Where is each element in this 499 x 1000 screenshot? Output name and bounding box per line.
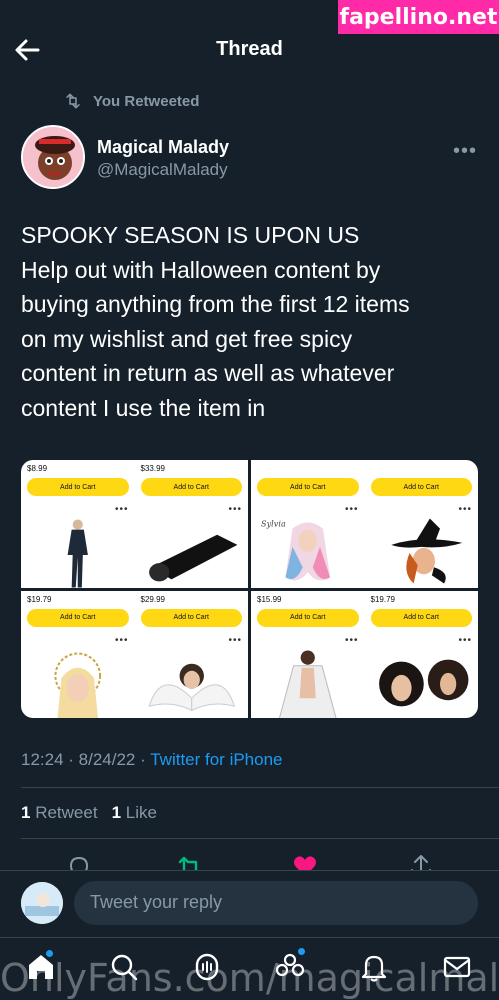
page-title: Thread bbox=[216, 38, 283, 60]
media-image[interactable]: $15.99 Add to Cart ••• $19.79 Add to Car… bbox=[251, 590, 479, 719]
tweet-time: 12:24 bbox=[21, 750, 64, 769]
divider bbox=[21, 838, 499, 839]
reply-composer: Tweet your reply bbox=[0, 870, 499, 936]
add-to-cart-button: Add to Cart bbox=[257, 478, 359, 496]
watermark-site: fapellino.net bbox=[338, 0, 499, 34]
pastel-wig-image: Sylvia bbox=[257, 512, 359, 588]
retweets-count: 1 bbox=[21, 803, 31, 822]
add-to-cart-button: Add to Cart bbox=[140, 608, 242, 627]
media-image[interactable]: $8.99 Add to Cart ••• $33.99 Add to Cart… bbox=[21, 460, 248, 588]
product-card: $19.79 Add to Cart ••• bbox=[365, 591, 479, 719]
likes-count: 1 bbox=[111, 803, 122, 822]
product-card: $33.99 Add to Cart ••• bbox=[135, 460, 249, 588]
retweet-indicator: You Retweeted bbox=[63, 92, 199, 110]
tweet-line: SPOOKY SEASON IS UPON US bbox=[21, 222, 360, 248]
tweet-line: on my wishlist and get free spicy bbox=[21, 325, 353, 352]
lace-robe-image bbox=[257, 643, 359, 718]
retweet-label: You Retweeted bbox=[93, 92, 200, 110]
media-image[interactable]: $19.79 Add to Cart ••• $29.99 Add to Car… bbox=[21, 590, 249, 719]
product-price bbox=[257, 464, 359, 474]
product-price: $19.79 bbox=[27, 594, 52, 604]
product-card: Add to Cart ••• bbox=[365, 460, 479, 588]
tweet-stats: 1 Retweet 1 Like bbox=[21, 803, 157, 823]
tweet-date: 8/24/22 bbox=[78, 750, 136, 769]
add-to-cart-button: Add to Cart bbox=[370, 478, 472, 496]
author-handle[interactable]: @MagicalMalady bbox=[97, 160, 228, 180]
add-to-cart-button: Add to Cart bbox=[140, 478, 242, 496]
tweet-timestamp: 12:24 · 8/24/22 · Twitter for iPhone bbox=[21, 750, 283, 769]
tweet-source[interactable]: Twitter for iPhone bbox=[150, 750, 282, 769]
watermark-url: OnlyFans.com/magicalmalad bbox=[0, 956, 499, 1000]
tweet-line: content I use the item in bbox=[21, 394, 266, 421]
product-card: $19.79 Add to Cart ••• bbox=[21, 591, 135, 718]
tweet-text: SPOOKY SEASON IS UPON US Help out with H… bbox=[21, 218, 491, 425]
author-name[interactable]: Magical Malady bbox=[97, 137, 229, 158]
author-avatar[interactable] bbox=[21, 125, 85, 189]
likes-stat[interactable]: 1 Like bbox=[112, 803, 157, 823]
retweet-small-icon bbox=[66, 93, 80, 109]
product-price: $19.79 bbox=[370, 594, 395, 604]
foam-roll-image bbox=[141, 512, 243, 588]
user-avatar[interactable] bbox=[21, 882, 63, 924]
retweets-stat[interactable]: 1 Retweet bbox=[21, 803, 98, 823]
add-to-cart-button: Add to Cart bbox=[370, 608, 472, 627]
product-card: $15.99 Add to Cart ••• bbox=[251, 591, 365, 718]
add-to-cart-button: Add to Cart bbox=[27, 478, 129, 496]
likes-label: Like bbox=[125, 803, 157, 822]
product-price: $15.99 bbox=[257, 594, 282, 604]
product-price: $8.99 bbox=[27, 464, 48, 473]
tweet-line: buying anything from the first 12 items bbox=[21, 291, 410, 317]
product-price: $33.99 bbox=[140, 464, 165, 473]
halo-crown-image bbox=[27, 643, 129, 718]
bodysuit-image bbox=[27, 512, 129, 588]
tweet-line: Help out with Halloween content by bbox=[21, 256, 381, 283]
media-image[interactable]: Add to Cart ••• Sylvia Add to Cart ••• bbox=[251, 460, 478, 588]
product-card: $8.99 Add to Cart ••• bbox=[21, 460, 135, 588]
tweet-actions bbox=[0, 852, 499, 874]
product-card: $29.99 Add to Cart ••• bbox=[135, 591, 249, 719]
reply-input[interactable]: Tweet your reply bbox=[74, 881, 478, 925]
divider bbox=[21, 787, 499, 788]
tweet-media-grid[interactable]: $8.99 Add to Cart ••• $33.99 Add to Cart… bbox=[21, 460, 478, 718]
add-to-cart-button: Add to Cart bbox=[27, 608, 129, 627]
add-to-cart-button: Add to Cart bbox=[257, 608, 359, 627]
product-card: Add to Cart ••• Sylvia bbox=[251, 460, 365, 588]
wig-caption: Sylvia bbox=[261, 519, 286, 529]
more-options-icon[interactable]: ••• bbox=[453, 140, 477, 163]
product-price bbox=[371, 464, 473, 474]
retweets-label: Retweet bbox=[35, 803, 98, 822]
tweet-line: content in return as well as whatever bbox=[21, 360, 395, 386]
communities-notification-dot bbox=[298, 948, 305, 955]
curly-wig-image bbox=[371, 643, 473, 719]
angel-wings-image bbox=[141, 643, 243, 719]
witch-hat-image bbox=[371, 512, 473, 588]
product-price: $29.99 bbox=[140, 594, 165, 604]
thread-header: Thread bbox=[0, 30, 499, 70]
